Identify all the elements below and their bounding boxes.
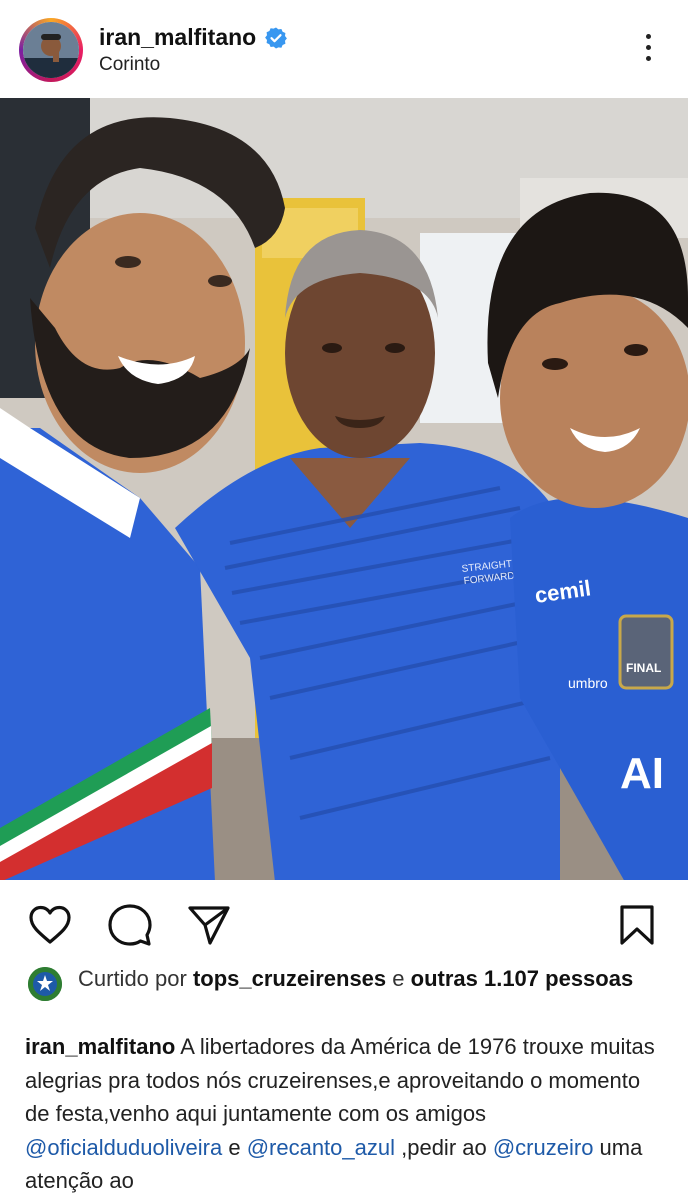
post-caption: iran_malfitano A libertadores da América… [25,1030,665,1198]
save-button[interactable] [614,902,660,948]
likes-summary[interactable]: Curtido por tops_cruzeirenses e outras 1… [0,965,688,1025]
location[interactable]: Corinto [99,54,160,76]
like-button[interactable] [27,902,73,948]
likes-others[interactable]: outras 1.107 pessoas [411,966,634,991]
caption-text-2: e [222,1134,247,1160]
comment-button[interactable] [107,902,153,948]
mention-1[interactable]: @oficialduduoliveira [25,1135,222,1160]
liker-username[interactable]: tops_cruzeirenses [193,966,386,991]
heart-icon [29,905,71,944]
post-header: iran_malfitano Corinto [0,0,688,98]
share-button[interactable] [186,902,232,948]
svg-text:AI: AI [620,749,664,798]
post-actions [0,882,688,962]
caption-author[interactable]: iran_malfitano [25,1034,175,1059]
send-icon [188,906,230,945]
comment-icon [108,904,152,946]
photo-image: STRAIGHT FORWARD cemil umbro FINAL AI [0,98,688,882]
patch-text: FINAL [626,661,661,675]
avatar-image [23,22,79,78]
liker-avatar[interactable] [28,967,62,1001]
caption-text-3: ,pedir ao [395,1134,493,1160]
more-options-button[interactable] [636,34,660,68]
profile-avatar[interactable] [19,18,83,82]
more-vertical-icon [645,34,651,39]
likes-text: Curtido por tops_cruzeirenses e outras 1… [78,965,638,993]
mention-3[interactable]: @cruzeiro [493,1135,594,1160]
username[interactable]: iran_malfitano [99,24,256,51]
verified-badge-icon [265,27,287,49]
post-photo[interactable]: STRAIGHT FORWARD cemil umbro FINAL AI [0,98,688,882]
brand-text: umbro [568,675,608,691]
likes-prefix: Curtido por [78,966,193,991]
likes-middle: e [386,966,411,991]
mention-2[interactable]: @recanto_azul [247,1135,395,1160]
bookmark-icon [620,905,654,945]
